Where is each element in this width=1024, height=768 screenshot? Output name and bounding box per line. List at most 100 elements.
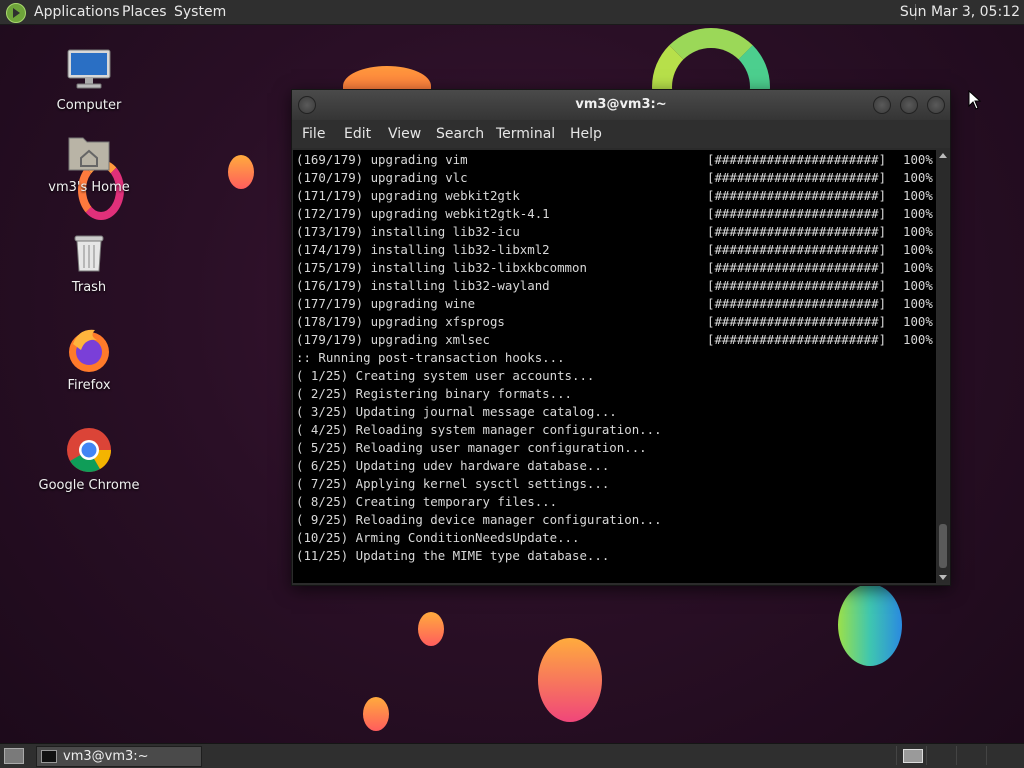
desktop-icon-label: Computer xyxy=(56,98,122,113)
terminal-hook-line: ( 5/25) Reloading user manager configura… xyxy=(296,440,647,455)
terminal-hook-line: (11/25) Updating the MIME type database.… xyxy=(296,548,610,563)
menu-system[interactable]: System xyxy=(174,4,226,20)
progress-step-text: (171/179) upgrading webkit2gtk xyxy=(296,188,520,203)
progress-percent: 100% xyxy=(903,260,933,275)
chrome-icon xyxy=(65,426,113,474)
progress-percent: 100% xyxy=(903,152,933,167)
terminal-hook-line: ( 3/25) Updating journal message catalog… xyxy=(296,404,617,419)
terminal-hook-line: ( 1/25) Creating system user accounts... xyxy=(296,368,595,383)
terminal-menubar: File Edit View Search Terminal Help xyxy=(292,120,950,148)
menu-applications[interactable]: Applications xyxy=(34,4,120,20)
workspace-4[interactable] xyxy=(986,746,1015,765)
desktop-icon-trash[interactable]: Trash xyxy=(34,228,144,295)
progress-step-text: (173/179) installing lib32-icu xyxy=(296,224,520,239)
menu-file[interactable]: File xyxy=(302,126,325,142)
progress-step-text: (169/179) upgrading vim xyxy=(296,152,468,167)
terminal-progress-line: (179/179) upgrading xmlsec [#############… xyxy=(296,331,936,349)
terminal-hook-line: ( 4/25) Reloading system manager configu… xyxy=(296,422,662,437)
progress-bar-text: [######################] xyxy=(707,188,887,203)
minimize-icon[interactable] xyxy=(873,96,891,114)
terminal-progress-line: (169/179) upgrading vim [################… xyxy=(296,151,936,169)
show-desktop-icon[interactable] xyxy=(4,748,24,764)
wallpaper-orange-2 xyxy=(418,612,444,646)
desktop-icon-label: Firefox xyxy=(67,378,111,393)
terminal-hook-line: ( 8/25) Creating temporary files... xyxy=(296,494,558,509)
progress-percent: 100% xyxy=(903,278,933,293)
taskbar-button-label: vm3@vm3:~ xyxy=(63,749,149,764)
clock[interactable]: Sun Mar 3, 05:12 xyxy=(900,4,1020,20)
terminal-progress-line: (173/179) installing lib32-icu [#########… xyxy=(296,223,936,241)
terminal-hook-line: ( 9/25) Reloading device manager configu… xyxy=(296,512,662,527)
terminal-hook-line: ( 7/25) Applying kernel sysctl settings.… xyxy=(296,476,610,491)
firefox-icon xyxy=(65,326,113,374)
wallpaper-green-blue xyxy=(838,584,902,666)
progress-step-text: (178/179) upgrading xfsprogs xyxy=(296,314,505,329)
taskbar-button-terminal[interactable]: vm3@vm3:~ xyxy=(36,746,202,767)
terminal-progress-line: (176/179) installing lib32-wayland [#####… xyxy=(296,277,936,295)
computer-icon xyxy=(65,46,113,94)
progress-percent: 100% xyxy=(903,188,933,203)
scrollbar[interactable] xyxy=(937,150,949,583)
desktop-icon-label: vm3's Home xyxy=(48,180,130,195)
progress-percent: 100% xyxy=(903,332,933,347)
terminal-icon xyxy=(41,750,57,763)
progress-bar-text: [######################] xyxy=(707,278,887,293)
terminal-progress-line: (171/179) upgrading webkit2gtk [#########… xyxy=(296,187,936,205)
progress-step-text: (179/179) upgrading xmlsec xyxy=(296,332,490,347)
progress-percent: 100% xyxy=(903,242,933,257)
trash-icon xyxy=(65,228,113,276)
top-panel: Applications Places System Sun Mar 3, 05… xyxy=(0,0,1024,25)
progress-step-text: (174/179) installing lib32-libxml2 xyxy=(296,242,550,257)
progress-step-text: (172/179) upgrading webkit2gtk-4.1 xyxy=(296,206,550,221)
terminal-hook-line: (10/25) Arming ConditionNeedsUpdate... xyxy=(296,530,580,545)
desktop-icon-home[interactable]: vm3's Home xyxy=(34,128,144,195)
progress-percent: 100% xyxy=(903,170,933,185)
close-icon[interactable] xyxy=(927,96,945,114)
terminal-window[interactable]: vm3@vm3:~ File Edit View Search Terminal… xyxy=(291,89,951,586)
desktop-icon-chrome[interactable]: Google Chrome xyxy=(34,426,144,493)
terminal-hook-line: ( 6/25) Updating udev hardware database.… xyxy=(296,458,610,473)
mouse-cursor-icon xyxy=(968,90,982,110)
progress-bar-text: [######################] xyxy=(707,152,887,167)
progress-bar-text: [######################] xyxy=(707,206,887,221)
desktop-icon-computer[interactable]: Computer xyxy=(34,46,144,113)
progress-bar-text: [######################] xyxy=(707,332,887,347)
window-title: vm3@vm3:~ xyxy=(575,97,667,112)
maximize-icon[interactable] xyxy=(900,96,918,114)
wallpaper-small-orange xyxy=(228,155,254,189)
terminal-progress-line: (175/179) installing lib32-libxkbcommon [… xyxy=(296,259,936,277)
progress-percent: 100% xyxy=(903,206,933,221)
progress-bar-text: [######################] xyxy=(707,242,887,257)
desktop-icon-label: Google Chrome xyxy=(38,478,140,493)
title-bar[interactable]: vm3@vm3:~ xyxy=(292,90,950,120)
terminal-hook-line: ( 2/25) Registering binary formats... xyxy=(296,386,573,401)
menu-places[interactable]: Places xyxy=(122,4,167,20)
progress-bar-text: [######################] xyxy=(707,260,887,275)
desktop-icon-firefox[interactable]: Firefox xyxy=(34,326,144,393)
progress-percent: 100% xyxy=(903,296,933,311)
terminal-progress-line: (172/179) upgrading webkit2gtk-4.1 [#####… xyxy=(296,205,936,223)
workspace-1[interactable] xyxy=(896,746,925,765)
distro-logo-icon[interactable] xyxy=(6,3,26,23)
workspace-2[interactable] xyxy=(926,746,955,765)
progress-step-text: (177/179) upgrading wine xyxy=(296,296,476,311)
terminal-output[interactable]: (169/179) upgrading vim [################… xyxy=(293,150,936,583)
workspace-3[interactable] xyxy=(956,746,985,765)
menu-terminal[interactable]: Terminal xyxy=(496,126,555,142)
scroll-up-icon[interactable] xyxy=(939,153,947,158)
bottom-panel: vm3@vm3:~ xyxy=(0,743,1024,768)
progress-percent: 100% xyxy=(903,224,933,239)
progress-bar-text: [######################] xyxy=(707,170,887,185)
menu-help[interactable]: Help xyxy=(570,126,602,142)
home-folder-icon xyxy=(65,128,113,176)
menu-view[interactable]: View xyxy=(388,126,421,142)
progress-bar-text: [######################] xyxy=(707,296,887,311)
menu-edit[interactable]: Edit xyxy=(344,126,371,142)
progress-step-text: (176/179) installing lib32-wayland xyxy=(296,278,550,293)
terminal-hook-line: :: Running post-transaction hooks... xyxy=(296,350,565,365)
scrollbar-thumb[interactable] xyxy=(939,524,947,568)
menu-search[interactable]: Search xyxy=(436,126,484,142)
terminal-progress-line: (178/179) upgrading xfsprogs [###########… xyxy=(296,313,936,331)
scroll-down-icon[interactable] xyxy=(939,575,947,580)
progress-step-text: (175/179) installing lib32-libxkbcommon xyxy=(296,260,587,275)
